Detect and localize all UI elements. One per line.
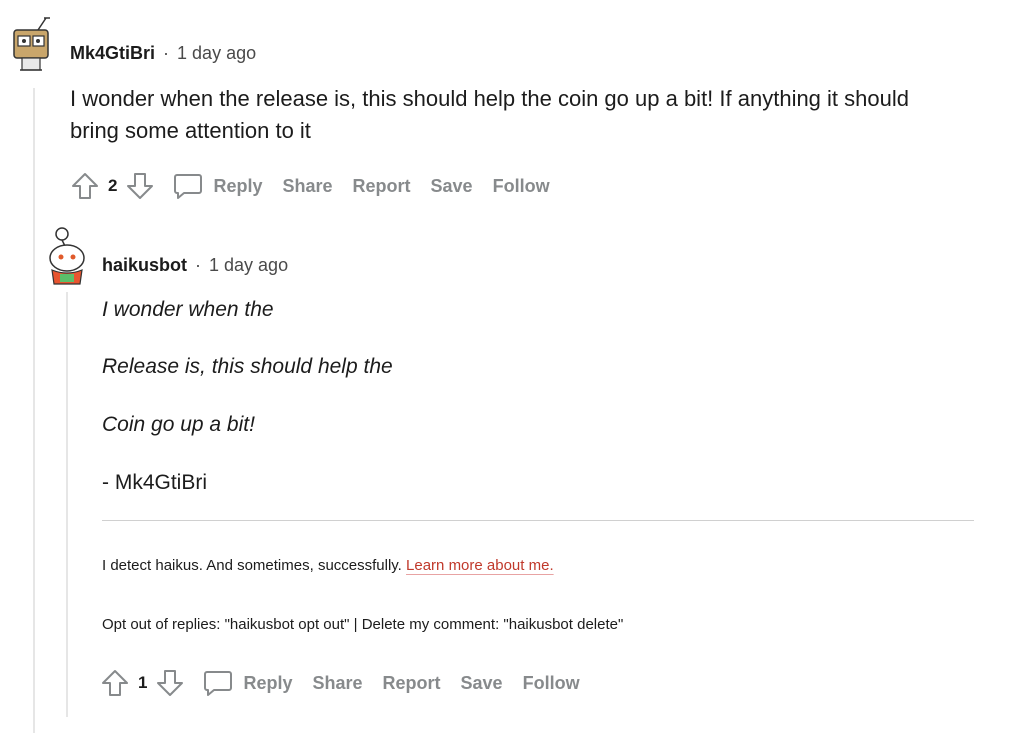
bot-footer: I detect haikus. And sometimes, successf… [102, 557, 554, 574]
reply-button[interactable]: Reply [203, 669, 293, 697]
vote-score: 2 [108, 176, 118, 195]
avatar[interactable] [42, 226, 92, 288]
avatar[interactable] [8, 14, 60, 78]
haiku-line-3: Coin go up a bit! [102, 413, 255, 436]
reply-button[interactable]: Reply [173, 172, 263, 200]
bot-description: I detect haikus. And sometimes, successf… [102, 557, 402, 574]
share-label: Share [312, 672, 363, 693]
haiku-signature: - Mk4GtiBri [102, 471, 207, 494]
comment-body: I wonder when the release is, this shoul… [70, 86, 909, 143]
meta-separator: · [195, 255, 202, 275]
comment-bubble-icon [204, 671, 233, 696]
upvote-arrow-icon [102, 670, 128, 696]
haiku-line-1: I wonder when the [102, 298, 274, 321]
haiku-line-2: Release is, this should help the [102, 355, 393, 378]
upvote-button[interactable] [98, 666, 132, 700]
downvote-button[interactable] [153, 666, 187, 700]
opt-out-text: Opt out of replies: "haikusbot opt out" … [102, 616, 624, 633]
report-label: Report [382, 672, 441, 693]
robot-avatar-icon [13, 17, 50, 71]
save-button[interactable]: Save [431, 176, 473, 197]
downvote-arrow-icon [127, 173, 154, 199]
upvote-button[interactable] [68, 169, 102, 203]
downvote-arrow-icon [157, 670, 184, 696]
follow-button[interactable]: Follow [493, 176, 550, 197]
share-label: Share [282, 175, 333, 196]
thread-line-1[interactable] [33, 88, 35, 733]
downvote-button[interactable] [123, 169, 157, 203]
share-button[interactable]: Share [283, 176, 333, 197]
comment-author[interactable]: haikusbot [102, 255, 187, 276]
follow-label: Follow [492, 175, 550, 196]
haikusbot-avatar-icon [49, 227, 85, 285]
comment-author[interactable]: Mk4GtiBri [70, 43, 155, 64]
vote-score: 1 [138, 673, 148, 692]
save-button[interactable]: Save [461, 673, 503, 694]
comment-timestamp[interactable]: 1 day ago [177, 43, 256, 64]
follow-button[interactable]: Follow [523, 673, 580, 694]
comment-timestamp[interactable]: 1 day ago [209, 255, 288, 276]
learn-more-link[interactable]: Learn more about me. [406, 557, 554, 574]
report-label: Report [352, 175, 411, 196]
divider [102, 520, 974, 521]
reply-label: Reply [213, 175, 263, 196]
report-button[interactable]: Report [383, 673, 441, 694]
reply-label: Reply [243, 672, 293, 693]
report-button[interactable]: Report [353, 176, 411, 197]
upvote-arrow-icon [72, 173, 98, 199]
meta-separator: · [163, 43, 170, 63]
save-label: Save [430, 175, 473, 196]
follow-label: Follow [522, 672, 580, 693]
comment-bubble-icon [174, 174, 203, 199]
comment-actions: 2 Reply Share Report Save Follow [68, 168, 570, 204]
thread-line-2[interactable] [66, 292, 68, 717]
comment-actions: 1 Reply Share Report Save Follow [98, 665, 600, 701]
share-button[interactable]: Share [313, 673, 363, 694]
save-label: Save [460, 672, 503, 693]
